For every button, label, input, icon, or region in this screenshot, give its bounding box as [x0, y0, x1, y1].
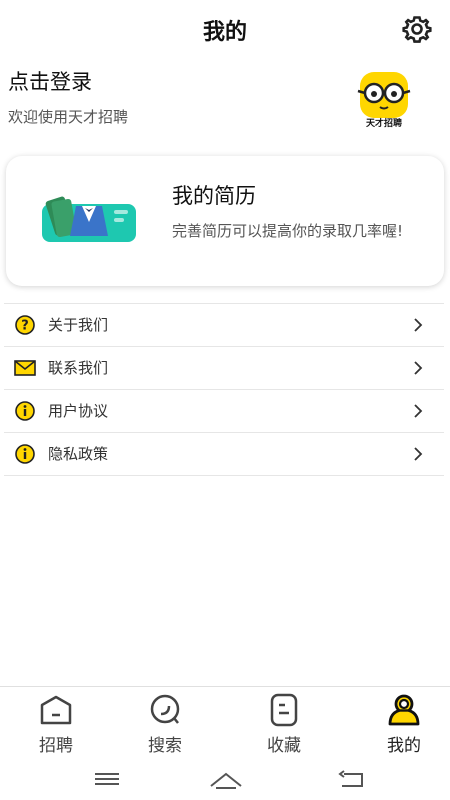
tab-search[interactable]: 搜索: [109, 687, 221, 761]
bottom-nav: 招聘 搜索 收藏 我的: [0, 686, 450, 761]
menu-item-label: 隐私政策: [48, 445, 109, 463]
resume-title: 我的简历: [172, 184, 256, 208]
chevron-right-icon: [412, 444, 424, 464]
tab-label: 收藏: [267, 736, 301, 756]
home-icon[interactable]: [208, 766, 244, 792]
question-icon: ?: [14, 315, 36, 335]
chevron-right-icon: [412, 315, 424, 335]
search-icon: [147, 693, 183, 727]
tab-recruit[interactable]: 招聘: [0, 687, 112, 761]
svg-text:?: ?: [21, 319, 29, 334]
login-link[interactable]: 点击登录: [8, 66, 92, 96]
menu-item-label: 关于我们: [48, 316, 109, 334]
info-icon: [14, 444, 36, 464]
tab-label: 招聘: [39, 736, 73, 756]
resume-suit-icon: [42, 196, 136, 246]
chevron-right-icon: [412, 401, 424, 421]
info-icon: [14, 401, 36, 421]
recruit-icon: [38, 693, 74, 727]
menu-item-label: 用户协议: [48, 402, 109, 420]
settings-menu: ? 关于我们 联系我们 用户协议 隐私政策: [4, 303, 444, 476]
menu-item-contact[interactable]: 联系我们: [4, 346, 444, 389]
menu-item-label: 联系我们: [48, 359, 109, 377]
tab-label: 我的: [387, 736, 421, 756]
gear-icon[interactable]: [402, 14, 432, 44]
menu-icon[interactable]: [92, 766, 122, 792]
mail-icon: [14, 358, 36, 378]
menu-item-user-agreement[interactable]: 用户协议: [4, 389, 444, 432]
tab-profile[interactable]: 我的: [348, 687, 450, 761]
profile-icon: [386, 693, 422, 727]
app-logo: 天才招聘: [354, 72, 414, 130]
page-title: 我的: [202, 20, 247, 45]
back-icon[interactable]: [336, 766, 366, 792]
welcome-text: 欢迎使用天才招聘: [8, 108, 129, 126]
favorites-icon: [266, 693, 302, 727]
menu-item-privacy-policy[interactable]: 隐私政策: [4, 432, 444, 476]
chevron-right-icon: [412, 358, 424, 378]
menu-item-about[interactable]: ? 关于我们: [4, 303, 444, 346]
resume-description: 完善简历可以提高你的录取几率喔!: [172, 222, 404, 240]
tab-label: 搜索: [148, 736, 182, 756]
tab-favorites[interactable]: 收藏: [228, 687, 340, 761]
logo-text: 天才招聘: [365, 119, 402, 129]
system-nav-bar: [0, 760, 450, 800]
